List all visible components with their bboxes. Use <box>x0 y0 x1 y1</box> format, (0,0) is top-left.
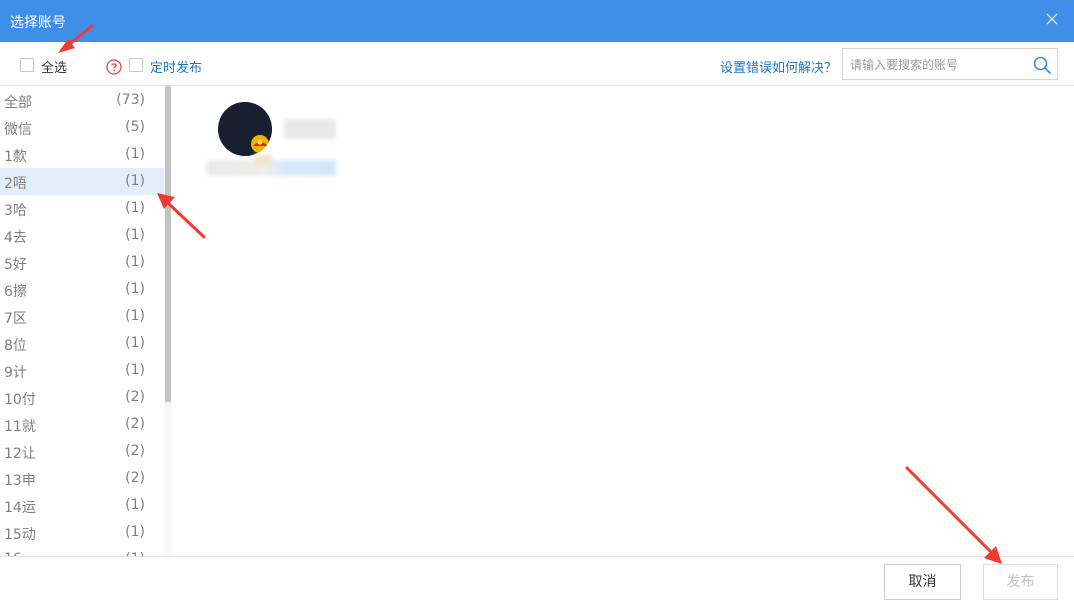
sidebar-group-item[interactable]: 11就 (2) <box>0 411 164 438</box>
group-name: 14运 <box>4 500 36 516</box>
sidebar-group-item[interactable]: 14运 (1) <box>0 492 164 519</box>
group-count: (1) <box>125 254 145 270</box>
account-search-input[interactable] <box>850 55 1025 75</box>
sidebar-group-item[interactable]: 16(1) <box>0 546 164 556</box>
group-name: 3哈 <box>4 203 27 219</box>
group-count: (1) <box>125 173 145 189</box>
account-group-sidebar: 全部 (73) 微信 (5) 1歀 (1) 2唔 (1) 3哈 (1) 4去 (1) 5好 (1) 6擦 (1… <box>0 86 172 556</box>
avatar-image <box>218 102 272 156</box>
sidebar-group-item[interactable]: 9计 (1) <box>0 357 164 384</box>
group-count: (1) <box>125 335 145 351</box>
close-icon[interactable] <box>1042 9 1062 29</box>
account-name-redacted <box>284 119 336 139</box>
group-count: (73) <box>116 92 145 108</box>
account-list-area <box>172 86 1074 556</box>
group-name: 2唔 <box>4 176 27 192</box>
select-all-label[interactable]: 全选 <box>41 57 67 76</box>
select-account-dialog: 选择账号 全选 定时发布 设置错误如何解决？ 全部(73)微信(5)1歀(1)2… <box>0 0 1074 606</box>
group-count: (1) <box>125 200 145 216</box>
group-name: 12让 <box>4 446 36 462</box>
group-count: (2) <box>125 416 145 432</box>
question-circle-icon[interactable] <box>106 59 122 75</box>
group-name: 7区 <box>4 311 27 327</box>
sidebar-group-item[interactable]: 8位 (1) <box>0 330 164 357</box>
group-count: (5) <box>125 119 145 135</box>
sidebar-group-item[interactable]: 12让 (2) <box>0 438 164 465</box>
group-name: 全部 <box>4 95 32 111</box>
scheduled-publish-checkbox[interactable] <box>129 58 143 72</box>
group-name: 13申 <box>4 473 36 489</box>
group-name: 5好 <box>4 257 27 273</box>
group-count: (1) <box>125 497 145 513</box>
group-name: 6擦 <box>4 284 27 300</box>
group-name: 10付 <box>4 392 36 408</box>
sidebar-scrollbar[interactable] <box>164 86 172 556</box>
sidebar-group-item[interactable]: 5好 (1) <box>0 249 164 276</box>
group-count: (2) <box>125 443 145 459</box>
sidebar-group-item[interactable]: 1歀 (1) <box>0 141 164 168</box>
cancel-button[interactable]: 取消 <box>884 564 961 600</box>
publish-button[interactable]: 发布 <box>983 564 1058 600</box>
account-avatar[interactable] <box>218 102 272 156</box>
dialog-title: 选择账号 <box>10 15 66 31</box>
sidebar-group-item[interactable]: 2唔 (1) <box>0 168 164 195</box>
scrollbar-thumb[interactable] <box>165 86 171 402</box>
group-name: 4去 <box>4 230 27 246</box>
group-count: (2) <box>125 389 145 405</box>
group-name: 9计 <box>4 365 27 381</box>
group-count: (1) <box>125 308 145 324</box>
search-icon[interactable] <box>1032 55 1052 75</box>
group-name: 15动 <box>4 527 36 543</box>
group-count: (1) <box>125 281 145 297</box>
account-tag-redacted <box>254 155 272 165</box>
group-name: 8位 <box>4 338 27 354</box>
sidebar-group-item[interactable]: 7区 (1) <box>0 303 164 330</box>
select-all-checkbox[interactable] <box>20 58 34 72</box>
group-count: (1) <box>125 362 145 378</box>
sidebar-group-item[interactable]: 15动 (1) <box>0 519 164 546</box>
group-count: (2) <box>125 470 145 486</box>
sidebar-group-item[interactable]: 6擦 (1) <box>0 276 164 303</box>
group-count: (1) <box>125 524 145 540</box>
scheduled-publish-label[interactable]: 定时发布 <box>150 57 202 76</box>
toolbar: 全选 定时发布 设置错误如何解决？ <box>0 42 1074 86</box>
dialog-footer: 取消 发布 <box>0 556 1074 606</box>
dialog-titlebar: 选择账号 <box>0 0 1074 42</box>
sidebar-group-item[interactable]: 13申 (2) <box>0 465 164 492</box>
group-name: 11就 <box>4 419 36 435</box>
setup-error-help-link[interactable]: 设置错误如何解决？ <box>720 57 837 76</box>
group-name: 微信 <box>4 122 32 138</box>
group-name: 1歀 <box>4 149 27 165</box>
sidebar-group-item[interactable]: 微信 (5) <box>0 114 164 141</box>
group-count: (1) <box>125 146 145 162</box>
sidebar-group-item[interactable]: 3哈 (1) <box>0 195 164 222</box>
sidebar-group-item[interactable]: 4去 (1) <box>0 222 164 249</box>
sidebar-group-item[interactable]: 10付 (2) <box>0 384 164 411</box>
group-count: (1) <box>125 227 145 243</box>
account-search-box <box>842 48 1058 80</box>
sidebar-group-item[interactable]: 全部 (73) <box>0 87 164 114</box>
